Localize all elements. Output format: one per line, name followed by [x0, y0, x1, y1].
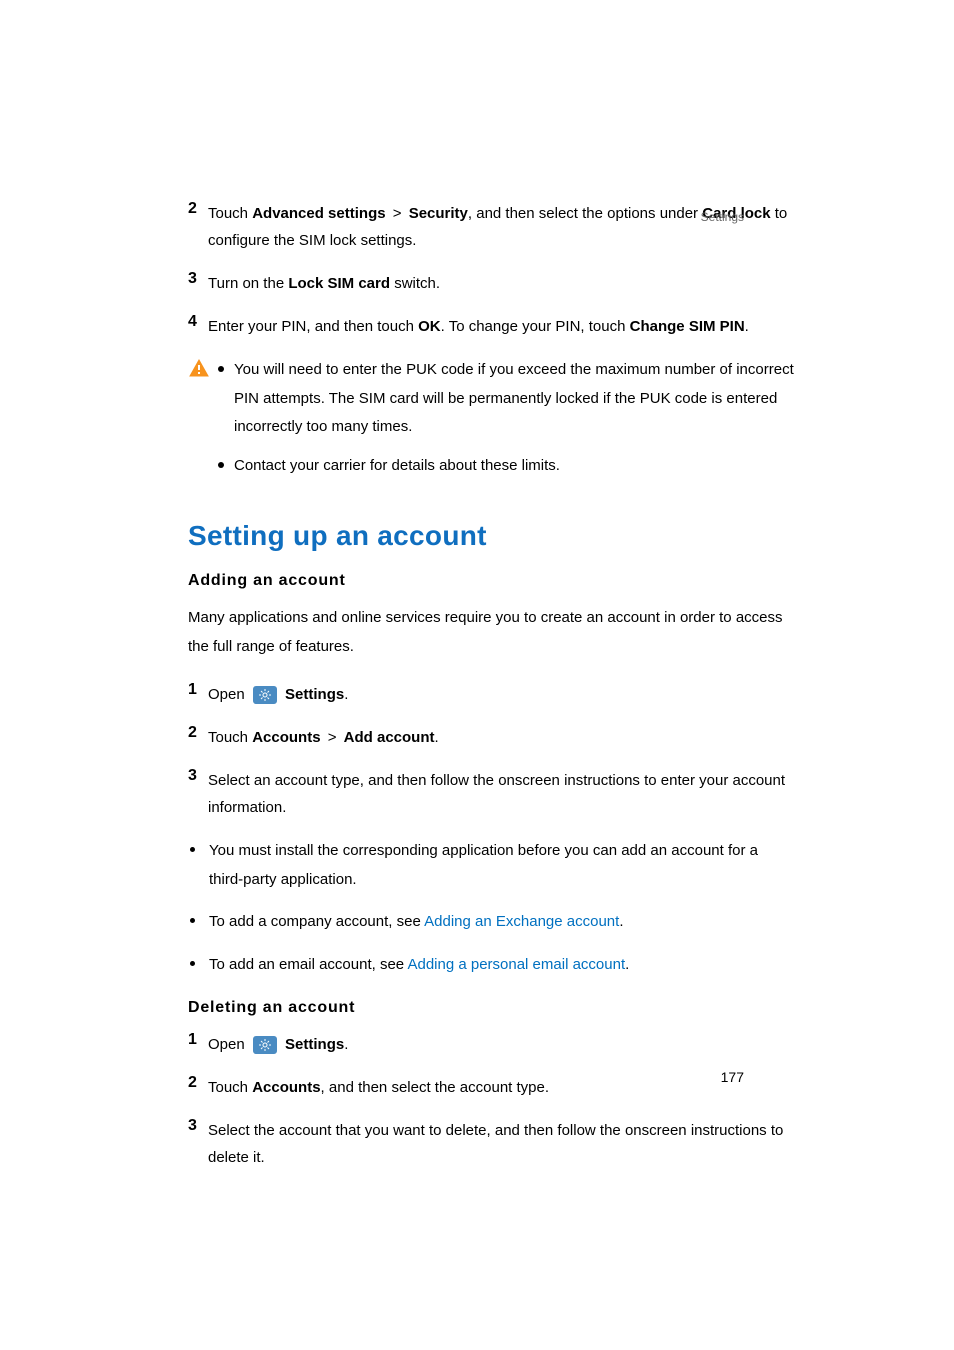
step-number: 2: [188, 200, 208, 218]
bullet-dot: [190, 961, 195, 966]
settings-app-icon: [253, 1036, 277, 1054]
step-text: Touch Accounts, and then select the acco…: [208, 1074, 794, 1101]
step-text: Select the account that you want to dele…: [208, 1117, 794, 1171]
step-number: 1: [188, 681, 208, 699]
del-step-3: 3 Select the account that you want to de…: [188, 1117, 794, 1171]
step-text: Open Settings.: [208, 681, 794, 708]
del-step-2: 2 Touch Accounts, and then select the ac…: [188, 1074, 794, 1101]
section-heading: Setting up an account: [188, 520, 794, 552]
link-exchange-account[interactable]: Adding an Exchange account: [424, 913, 619, 930]
step-text: Turn on the Lock SIM card switch.: [208, 270, 794, 297]
del-step-1: 1 Open Settings.: [188, 1031, 794, 1058]
bullet-text: To add a company account, see Adding an …: [209, 908, 794, 937]
step-number: 1: [188, 1031, 208, 1049]
bullet-dot: [190, 847, 195, 852]
bullet-dot: [218, 366, 224, 372]
warning-note: You will need to enter the PUK code if y…: [188, 356, 794, 490]
warning-text: Contact your carrier for details about t…: [234, 452, 794, 481]
sim-step-2: 2 Touch Advanced settings > Security, an…: [188, 200, 794, 254]
bullet-text: You must install the corresponding appli…: [209, 837, 794, 894]
bullet-dot: [218, 462, 224, 468]
step-number: 3: [188, 767, 208, 785]
page-header-label: Settings: [701, 210, 744, 224]
settings-app-icon: [253, 686, 277, 704]
warning-bullet-2: Contact your carrier for details about t…: [218, 452, 794, 481]
intro-paragraph: Many applications and online services re…: [188, 604, 794, 661]
step-number: 2: [188, 1074, 208, 1092]
step-text: Select an account type, and then follow …: [208, 767, 794, 821]
sim-step-3: 3 Turn on the Lock SIM card switch.: [188, 270, 794, 297]
step-text: Enter your PIN, and then touch OK. To ch…: [208, 313, 794, 340]
step-number: 4: [188, 313, 208, 331]
bullet-email-account: To add an email account, see Adding a pe…: [188, 951, 794, 980]
subheading-adding: Adding an account: [188, 572, 794, 590]
add-step-2: 2 Touch Accounts > Add account.: [188, 724, 794, 751]
step-number: 3: [188, 1117, 208, 1135]
link-personal-email[interactable]: Adding a personal email account: [407, 956, 625, 973]
add-step-1: 1 Open Settings.: [188, 681, 794, 708]
step-text: Touch Advanced settings > Security, and …: [208, 200, 794, 254]
step-number: 3: [188, 270, 208, 288]
sim-step-4: 4 Enter your PIN, and then touch OK. To …: [188, 313, 794, 340]
bullet-dot: [190, 918, 195, 923]
subheading-deleting: Deleting an account: [188, 999, 794, 1017]
warning-bullet-1: You will need to enter the PUK code if y…: [218, 356, 794, 442]
bullet-company-account: To add a company account, see Adding an …: [188, 908, 794, 937]
step-number: 2: [188, 724, 208, 742]
step-text: Open Settings.: [208, 1031, 794, 1058]
page-number: 177: [721, 1069, 744, 1085]
warning-icon: [188, 358, 210, 378]
bullet-text: To add an email account, see Adding a pe…: [209, 951, 794, 980]
bullet-install-app: You must install the corresponding appli…: [188, 837, 794, 894]
add-step-3: 3 Select an account type, and then follo…: [188, 767, 794, 821]
step-text: Touch Accounts > Add account.: [208, 724, 794, 751]
warning-text: You will need to enter the PUK code if y…: [234, 356, 794, 442]
